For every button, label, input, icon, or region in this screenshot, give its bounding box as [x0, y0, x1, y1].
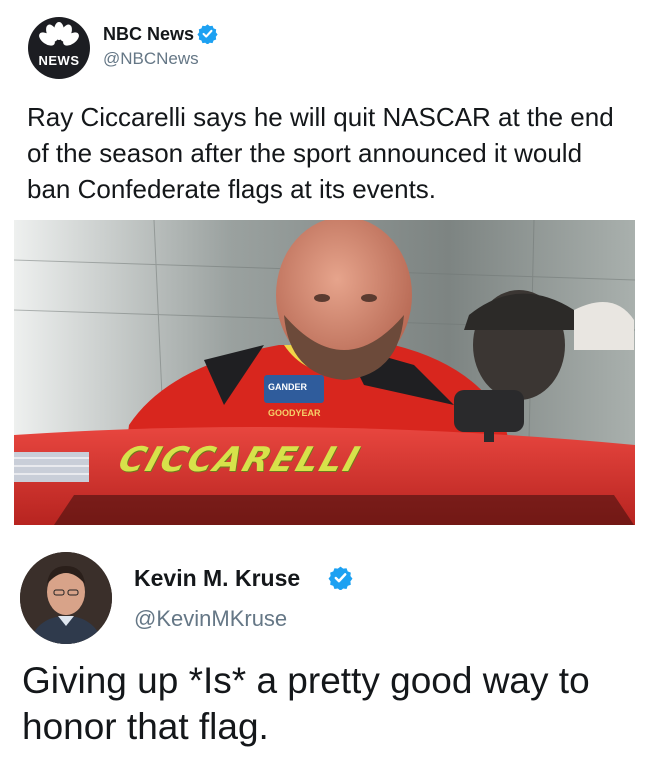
- car-lettering: CICCARELLI: [113, 440, 366, 480]
- profile-photo-icon: [20, 552, 112, 644]
- kevin-kruse-avatar[interactable]: [20, 552, 112, 644]
- peacock-logo-icon: [39, 22, 79, 46]
- reply-tweet[interactable]: Kevin M. Kruse @KevinMKruse Giving up *I…: [0, 530, 649, 770]
- display-name[interactable]: NBC News: [103, 24, 194, 45]
- tweet-text: Giving up *Is* a pretty good way to hono…: [22, 660, 590, 747]
- news-label: NEWS: [38, 53, 80, 68]
- tweet-photo[interactable]: CICCARELLI GANDER GOODYEAR: [14, 220, 635, 525]
- suit-patch-text: GANDER: [268, 382, 308, 392]
- suit-sponsor-text: GOODYEAR: [268, 408, 321, 418]
- display-name[interactable]: Kevin M. Kruse: [134, 565, 300, 592]
- nbc-news-avatar[interactable]: NEWS: [28, 17, 90, 79]
- handle[interactable]: @NBCNews: [103, 49, 199, 69]
- tweet-text: Ray Ciccarelli says he will quit NASCAR …: [27, 102, 614, 204]
- verified-badge-icon: [197, 23, 218, 49]
- quoted-tweet[interactable]: NEWS NBC News @NBCNews Ray Ciccarelli sa…: [0, 0, 649, 530]
- handle[interactable]: @KevinMKruse: [134, 606, 287, 632]
- verified-badge-icon: [328, 565, 353, 595]
